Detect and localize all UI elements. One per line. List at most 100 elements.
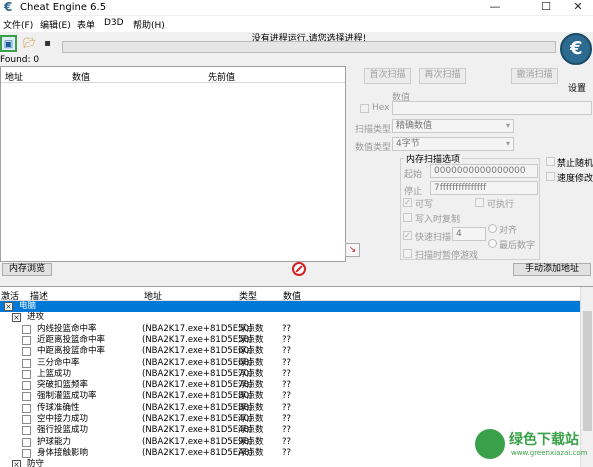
row-address: (NBA2K17.exe+81D5E50) xyxy=(142,323,253,334)
save-icon: ▪ xyxy=(44,38,51,49)
table-group-row[interactable]: × 进攻 xyxy=(0,312,580,323)
row-description: 电脑 xyxy=(19,301,37,311)
row-active-checkbox[interactable] xyxy=(22,381,31,391)
undo-scan-button[interactable]: 撤消扫描 xyxy=(511,68,558,84)
group-toggle-checkbox[interactable]: × xyxy=(12,313,21,323)
last-digits-radio[interactable] xyxy=(488,239,497,248)
add-to-table-arrow-icon[interactable]: ↘ xyxy=(345,243,360,257)
pause-game-label: 扫描时暂停游戏 xyxy=(415,251,479,261)
row-type: 浮点数 xyxy=(238,402,264,413)
open-process-icon: ▣ xyxy=(3,39,14,50)
open-file-icon: 📂︎ xyxy=(23,38,36,49)
save-button[interactable]: ▪ xyxy=(39,35,56,52)
row-description: 强制灌篮成功率 xyxy=(37,391,97,402)
row-description: 强行投篮成功 xyxy=(37,425,89,436)
table-row[interactable]: 空中接力成功 (NBA2K17.exe+81D5E40) 浮点数?? xyxy=(0,414,580,425)
close-button[interactable]: ✕ xyxy=(565,0,591,15)
col-address[interactable]: 地址 xyxy=(5,70,23,83)
pause-game-checkbox[interactable] xyxy=(403,249,412,258)
table-row[interactable]: 上篮成功 (NBA2K17.exe+81D5E70) 浮点数?? xyxy=(0,369,580,380)
memory-view-button[interactable]: 内存浏览 xyxy=(2,263,52,276)
stop-address-input[interactable]: 7fffffffffffffff xyxy=(430,181,538,195)
clear-list-icon[interactable] xyxy=(292,262,306,276)
copy-on-write-checkbox[interactable] xyxy=(403,213,412,222)
row-value: ?? xyxy=(282,447,292,458)
executable-checkbox[interactable] xyxy=(475,198,484,207)
row-address: (NBA2K17.exe+81D5E70) xyxy=(142,368,253,379)
menu-edit[interactable]: 编辑(E) xyxy=(40,18,71,31)
disable-random-checkbox[interactable] xyxy=(546,157,555,166)
scan-type-select[interactable]: 精确数值 xyxy=(392,119,514,133)
row-value: ?? xyxy=(282,436,292,447)
row-value: ?? xyxy=(282,357,292,368)
start-address-input[interactable]: 0000000000000000 xyxy=(430,164,538,178)
col-value[interactable]: 数值 xyxy=(72,70,90,83)
open-process-button[interactable]: ▣ xyxy=(0,35,17,52)
row-description: 上篮成功 xyxy=(37,368,72,379)
row-type: 浮点数 xyxy=(238,425,264,436)
watermark: 绿色下载站 www.greenxiazai.com xyxy=(475,427,587,463)
scan-results-list[interactable]: 地址 数值 先前值 xyxy=(0,66,346,262)
fast-scan-value-input[interactable]: 4 xyxy=(452,227,486,241)
menu-d3d[interactable]: D3D xyxy=(104,18,124,28)
writable-checkbox[interactable]: ✓ xyxy=(403,198,412,207)
row-address: (NBA2K17.exe+81D5E48) xyxy=(142,425,253,436)
table-row[interactable]: 突破扣篮频率 (NBA2K17.exe+81D5E78) 浮点数?? xyxy=(0,380,580,391)
align-radio[interactable] xyxy=(488,224,497,233)
row-active-checkbox[interactable] xyxy=(22,426,31,436)
table-row[interactable]: 内线投篮命中率 (NBA2K17.exe+81D5E50) 浮点数?? xyxy=(0,324,580,335)
maximize-button[interactable]: ☐ xyxy=(533,0,559,15)
row-address: (NBA2K17.exe+81D5E78) xyxy=(142,380,253,391)
menu-bar: 文件(F) 编辑(E) 表单 D3D 帮助(H) xyxy=(0,16,593,32)
cheat-engine-logo-icon[interactable]: € xyxy=(560,33,592,65)
row-address: (NBA2K17.exe+81D5E80) xyxy=(142,391,253,402)
executable-label: 可执行 xyxy=(487,200,515,210)
row-value: ?? xyxy=(282,425,292,436)
menu-file[interactable]: 文件(F) xyxy=(3,18,33,31)
table-row[interactable]: 传球准确性 (NBA2K17.exe+81D5E88) 浮点数?? xyxy=(0,403,580,414)
menu-help[interactable]: 帮助(H) xyxy=(133,18,165,31)
group-toggle-checkbox[interactable]: × xyxy=(12,460,21,467)
open-file-button[interactable]: 📂︎ xyxy=(21,35,38,52)
row-active-checkbox[interactable] xyxy=(22,358,31,368)
table-row[interactable]: 三分命中率 (NBA2K17.exe+81D5E68) 浮点数?? xyxy=(0,358,580,369)
table-row[interactable]: 强制灌篮成功率 (NBA2K17.exe+81D5E80) 浮点数?? xyxy=(0,391,580,402)
row-type: 浮点数 xyxy=(238,436,264,447)
hex-checkbox[interactable] xyxy=(360,104,369,113)
row-active-checkbox[interactable] xyxy=(22,437,31,447)
add-address-manually-button[interactable]: 手动添加地址 xyxy=(513,263,591,276)
row-active-checkbox[interactable] xyxy=(22,335,31,345)
group-toggle-checkbox[interactable]: × xyxy=(4,302,13,311)
speed-hack-checkbox[interactable] xyxy=(546,172,555,181)
table-group-row[interactable]: × 电脑 xyxy=(0,301,580,312)
value-type-select[interactable]: 4字节 xyxy=(392,137,514,151)
value-type-value: 4字节 xyxy=(396,139,420,149)
value-input[interactable] xyxy=(392,101,592,115)
row-active-checkbox[interactable] xyxy=(22,347,31,357)
row-address: (NBA2K17.exe+81D5E60) xyxy=(142,346,253,357)
menu-table[interactable]: 表单 xyxy=(77,18,95,31)
row-active-checkbox[interactable] xyxy=(22,392,31,402)
table-row[interactable]: 近距离投篮命中率 (NBA2K17.exe+81D5E58) 浮点数?? xyxy=(0,335,580,346)
minimize-button[interactable]: — xyxy=(482,0,508,15)
speed-hack-label: 速度修改 xyxy=(557,174,593,184)
table-row[interactable]: 中距离投篮命中率 (NBA2K17.exe+81D5E60) 浮点数?? xyxy=(0,346,580,357)
fast-scan-checkbox[interactable]: ✓ xyxy=(403,231,412,240)
first-scan-button[interactable]: 首次扫描 xyxy=(364,68,411,84)
scrollbar-thumb[interactable] xyxy=(583,311,592,431)
writable-label: 可写 xyxy=(415,200,434,210)
row-description: 空中接力成功 xyxy=(37,414,89,424)
scan-progress-bar xyxy=(62,41,556,53)
next-scan-button[interactable]: 再次扫描 xyxy=(419,68,466,84)
row-active-checkbox[interactable] xyxy=(22,448,31,458)
row-description: 护球能力 xyxy=(37,436,72,447)
row-value: ?? xyxy=(282,402,292,413)
row-active-checkbox[interactable] xyxy=(22,324,31,334)
row-active-checkbox[interactable] xyxy=(22,415,31,424)
row-value: ?? xyxy=(282,346,292,357)
col-previous[interactable]: 先前值 xyxy=(208,70,235,83)
window-title: Cheat Engine 6.5 xyxy=(20,2,107,13)
row-active-checkbox[interactable] xyxy=(22,369,31,379)
row-active-checkbox[interactable] xyxy=(22,403,31,413)
settings-label[interactable]: 设置 xyxy=(568,81,586,94)
